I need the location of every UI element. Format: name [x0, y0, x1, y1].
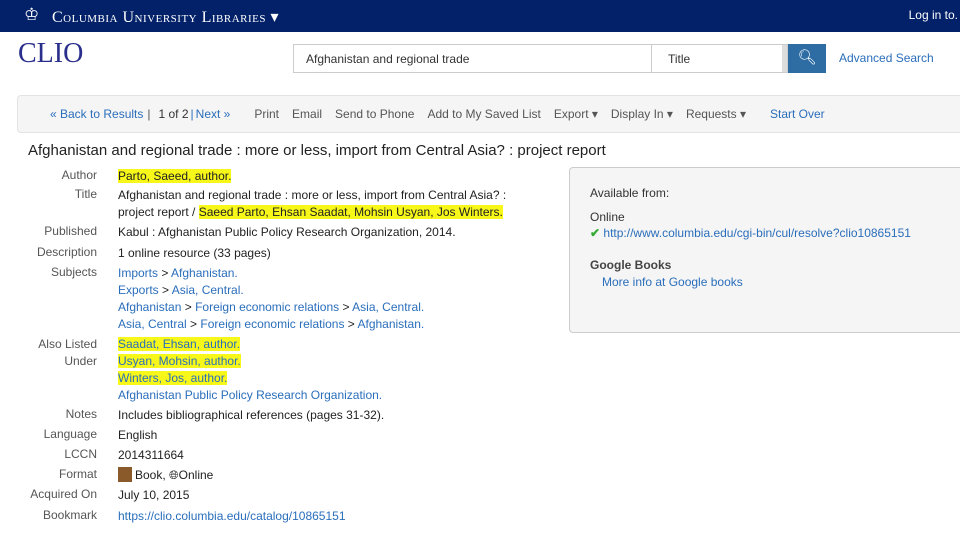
- add-to-saved-list-link[interactable]: Add to My Saved List: [427, 107, 540, 121]
- name-link[interactable]: Afghanistan Public Policy Research Organ…: [118, 388, 382, 402]
- result-position: 1 of 2: [158, 107, 189, 121]
- label-author: Author: [61, 168, 97, 182]
- search-field-select[interactable]: Title: [651, 44, 788, 73]
- description-value: 1 online resource (33 pages): [118, 246, 271, 260]
- availability-panel: Available from: Online ✔ http://www.colu…: [569, 167, 960, 333]
- online-resource-link[interactable]: http://www.columbia.edu/cgi-bin/cul/reso…: [603, 226, 911, 240]
- label-description: Description: [36, 245, 97, 259]
- name-link[interactable]: Saadat, Ehsan, author.: [118, 337, 241, 351]
- published-value: Kabul : Afghanistan Public Policy Resear…: [118, 225, 456, 239]
- online-label: Online: [590, 210, 625, 224]
- label-also-listed: Also Listed Under: [38, 337, 97, 368]
- label-acquired: Acquired On: [30, 487, 97, 501]
- select-arrow: [782, 45, 787, 72]
- subject-link[interactable]: Foreign economic relations: [200, 317, 344, 331]
- also-listed-list: Saadat, Ehsan, author. Usyan, Mohsin, au…: [118, 336, 538, 404]
- separator: |: [190, 107, 194, 121]
- label-format: Format: [58, 467, 97, 481]
- subject-link[interactable]: Afghanistan.: [357, 317, 424, 331]
- requests-menu[interactable]: Requests ▾: [686, 107, 746, 121]
- login-link[interactable]: Log in to.: [909, 8, 958, 22]
- subject-link[interactable]: Afghanistan: [118, 300, 181, 314]
- format-value: Book, 🌐︎Online: [118, 467, 538, 484]
- subject-link[interactable]: Asia, Central.: [352, 300, 424, 314]
- book-icon: [118, 467, 132, 482]
- start-over-link[interactable]: Start Over: [770, 107, 825, 121]
- lccn-value: 2014311664: [118, 448, 184, 462]
- search-input[interactable]: Afghanistan and regional trade: [293, 44, 651, 73]
- label-subjects: Subjects: [50, 265, 97, 279]
- subject-link[interactable]: Foreign economic relations: [195, 300, 339, 314]
- display-in-menu[interactable]: Display In ▾: [611, 107, 673, 121]
- label-notes: Notes: [65, 407, 97, 421]
- notes-value: Includes bibliographical references (pag…: [118, 408, 385, 422]
- print-link[interactable]: Print: [254, 107, 279, 121]
- label-published: Published: [44, 224, 97, 238]
- subject-link[interactable]: Asia, Central: [118, 317, 187, 331]
- record-toolbar: « Back to Results | 1 of 2 | Next » Prin…: [17, 95, 960, 133]
- check-icon: ✔: [590, 226, 601, 240]
- subject-link[interactable]: Exports: [118, 283, 159, 297]
- label-title: Title: [74, 187, 97, 201]
- back-to-results-link[interactable]: « Back to Results: [50, 107, 143, 121]
- search-button[interactable]: 🔍︎: [788, 44, 826, 73]
- libraries-menu[interactable]: Columbia University Libraries ▾: [52, 7, 279, 27]
- label-bookmark: Bookmark: [42, 508, 97, 522]
- google-books-heading: Google Books: [590, 258, 672, 272]
- advanced-search-link[interactable]: Advanced Search: [839, 51, 934, 65]
- author-value: Parto, Saeed, author.: [118, 169, 232, 183]
- subject-link[interactable]: Asia, Central.: [172, 283, 244, 297]
- subject-link[interactable]: Afghanistan.: [171, 266, 238, 280]
- acquired-value: July 10, 2015: [118, 488, 190, 502]
- label-lccn: LCCN: [64, 447, 97, 461]
- crown-icon: ♔: [24, 5, 40, 24]
- name-link[interactable]: Usyan, Mohsin, author.: [118, 354, 241, 368]
- available-from-heading: Available from:: [590, 186, 670, 200]
- search-icon: 🔍︎: [797, 49, 817, 66]
- next-link[interactable]: Next »: [196, 107, 231, 121]
- bookmark-link[interactable]: https://clio.columbia.edu/catalog/108651…: [118, 509, 346, 523]
- title-responsibility: Saeed Parto, Ehsan Saadat, Mohsin Usyan,…: [198, 205, 503, 219]
- export-menu[interactable]: Export ▾: [554, 107, 598, 121]
- subject-link[interactable]: Imports: [118, 266, 158, 280]
- label-language: Language: [43, 427, 97, 441]
- separator: |: [147, 107, 151, 121]
- clio-logo[interactable]: CLIO: [18, 38, 83, 70]
- google-books-link[interactable]: More info at Google books: [602, 275, 743, 289]
- globe-icon: 🌐︎: [169, 468, 179, 482]
- email-link[interactable]: Email: [292, 107, 322, 121]
- language-value: English: [118, 428, 158, 442]
- send-to-phone-link[interactable]: Send to Phone: [335, 107, 414, 121]
- record-title: Afghanistan and regional trade : more or…: [28, 142, 606, 159]
- subjects-list: Imports > Afghanistan. Exports > Asia, C…: [118, 266, 425, 331]
- top-nav-bar: ♔ Columbia University Libraries ▾ Log in…: [0, 0, 960, 32]
- name-link[interactable]: Winters, Jos, author.: [118, 371, 228, 385]
